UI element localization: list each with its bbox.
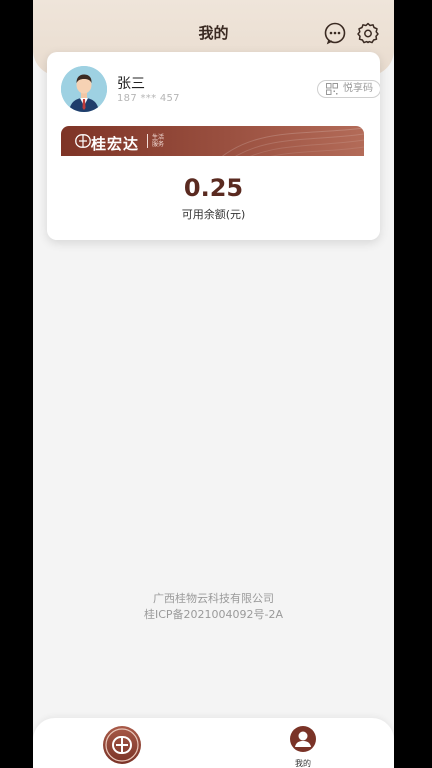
user-profile-icon xyxy=(290,726,316,752)
person-avatar-icon xyxy=(61,66,107,112)
tab-mine[interactable]: 我的 xyxy=(289,725,317,768)
user-name: 张三 xyxy=(117,76,145,92)
footer-icp: 桂ICP备2021004092号-2A xyxy=(143,608,284,621)
gear-icon[interactable] xyxy=(356,21,380,45)
avatar[interactable] xyxy=(61,66,107,112)
qr-code-label: 悦享码 xyxy=(343,83,373,94)
tab-bar: 我的 xyxy=(33,718,394,768)
phone-screen: 我的 张三 187 *** 457 悦享码 桂宏达 生活 服务 0.25 可用余… xyxy=(33,0,394,768)
tab-mine-label: 我的 xyxy=(295,759,311,768)
balance-amount: 0.25 xyxy=(183,174,244,202)
balance-panel[interactable]: 0.25 可用余额(元) xyxy=(47,156,380,240)
brand-logo-icon xyxy=(105,728,139,762)
balance-label: 可用余额(元) xyxy=(181,208,246,221)
profile-card: 张三 187 *** 457 悦享码 桂宏达 生活 服务 0.25 可用余额(元… xyxy=(47,52,380,240)
message-icon[interactable] xyxy=(323,21,347,45)
qr-code-icon xyxy=(326,83,338,95)
qr-code-button[interactable]: 悦享码 xyxy=(317,80,380,98)
tab-home[interactable] xyxy=(103,726,141,764)
user-phone: 187 *** 457 xyxy=(117,93,180,104)
footer-company: 广西桂物云科技有限公司 xyxy=(153,592,274,605)
